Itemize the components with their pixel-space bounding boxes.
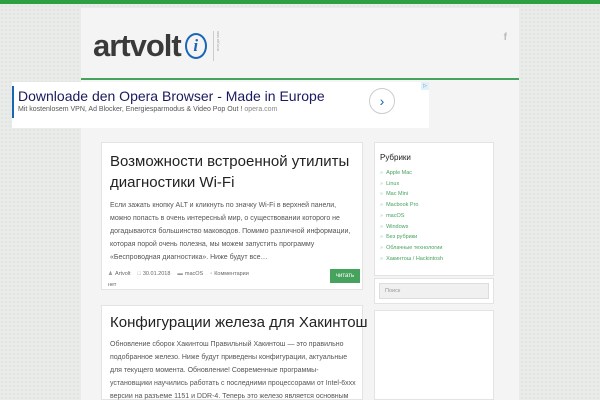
post-title[interactable]: Возможности встроенной утилиты диагности… <box>110 151 360 193</box>
ad-title[interactable]: Downloade den Opera Browser - Made in Eu… <box>18 88 325 104</box>
folder-icon: ▬ <box>177 271 183 277</box>
post-card: Конфигурации железа для Хакинтош Обновле… <box>101 305 368 400</box>
category-label: Macbook Pro <box>386 202 419 209</box>
post-excerpt: Если зажать кнопку ALT и кликнуть по зна… <box>110 202 351 261</box>
ad-subtitle-text: Mit kostenlosem VPN, Ad Blocker, Energie… <box>18 106 243 113</box>
category-item[interactable]: » Apple Mac <box>380 168 443 179</box>
logo-text: artvolt <box>93 28 182 63</box>
post-date: □ 30.01.2018 <box>138 271 171 277</box>
category-label: Без рубрики <box>386 234 418 241</box>
calendar-icon: □ <box>137 271 141 277</box>
category-item[interactable]: » Mac Mini <box>380 189 443 200</box>
empty-widget <box>374 310 494 400</box>
category-label: Mac Mini <box>386 191 409 198</box>
post-title[interactable]: Конфигурации железа для Хакинтош <box>110 312 368 333</box>
chevron-right-icon: › <box>379 93 385 109</box>
bullet-icon: » <box>380 202 384 209</box>
site-header: artvolt i всегда мак f <box>81 8 519 80</box>
top-accent-bar <box>0 0 600 4</box>
category-label: macOS <box>386 212 405 219</box>
post-excerpt: Обновление сборок Хакинтош Правильный Ха… <box>110 341 356 400</box>
bullet-icon: » <box>380 255 384 262</box>
post-author-name: Artvolt <box>114 271 131 277</box>
category-item[interactable]: » Без рубрики <box>380 232 443 243</box>
logo-tagline: всегда мак <box>212 30 221 61</box>
bullet-icon: » <box>380 191 384 198</box>
category-label: Windows <box>386 223 409 230</box>
post-meta: ♟ Artvolt □ 30.01.2018 ▬ macOS ▫ Комментарии <box>108 271 249 277</box>
bullet-icon: » <box>380 180 384 187</box>
category-label: Linux <box>386 180 400 187</box>
bullet-icon: » <box>380 234 384 241</box>
facebook-icon[interactable]: f <box>504 32 507 43</box>
post-category-text: macOS <box>184 271 204 277</box>
bullet-icon: » <box>380 244 384 251</box>
category-item[interactable]: » Macbook Pro <box>380 200 443 211</box>
post-comments-count: нет <box>108 282 117 288</box>
category-item[interactable]: » Windows <box>380 222 443 233</box>
ad-accent-bar <box>12 86 14 118</box>
category-item[interactable]: » Хакинтош / Hackintosh <box>380 254 443 265</box>
categories-widget: Рубрики » Apple Mac » Linux » Mac Mini » Mac… <box>374 142 494 276</box>
ad-arrow-button[interactable]: › <box>369 88 395 114</box>
category-label: Облачные технологии <box>386 244 443 251</box>
post-comments-text: Комментарии <box>214 271 249 277</box>
bullet-icon: » <box>380 223 384 230</box>
bullet-icon: » <box>380 212 384 219</box>
post-comments[interactable]: ▫ Комментарии <box>210 271 249 277</box>
category-item[interactable]: » macOS <box>380 211 443 222</box>
logo-info-badge: i <box>184 32 207 59</box>
category-label: Apple Mac <box>386 170 413 176</box>
adchoices-icon[interactable]: ▷ <box>421 82 429 90</box>
bullet-icon: » <box>380 170 384 176</box>
post-category[interactable]: ▬ macOS <box>177 271 203 277</box>
category-label: Хакинтош / Hackintosh <box>386 255 444 262</box>
user-icon: ♟ <box>108 271 113 277</box>
ad-url[interactable]: opera.com <box>244 106 277 113</box>
search-input[interactable]: Поиск <box>379 283 489 299</box>
category-list: » Apple Mac » Linux » Mac Mini » Macbook Pro… <box>380 168 443 264</box>
post-date-text: 30.01.2018 <box>142 271 171 277</box>
ad-subtitle: Mit kostenlosem VPN, Ad Blocker, Energie… <box>18 106 277 113</box>
logo-tagline-text: всегда мак <box>214 30 220 51</box>
comment-icon: ▫ <box>210 271 213 277</box>
category-item[interactable]: » Облачные технологии <box>380 243 443 254</box>
search-widget: Поиск <box>374 278 494 304</box>
category-item[interactable]: » Linux <box>380 179 443 190</box>
read-more-button[interactable]: читать <box>330 269 360 283</box>
site-logo[interactable]: artvolt i всегда мак <box>93 30 221 61</box>
post-author[interactable]: ♟ Artvolt <box>108 271 131 277</box>
ad-banner[interactable]: Downloade den Opera Browser - Made in Eu… <box>12 82 429 128</box>
widget-title: Рубрики <box>380 153 411 162</box>
post-card: Возможности встроенной утилиты диагности… <box>101 142 363 290</box>
